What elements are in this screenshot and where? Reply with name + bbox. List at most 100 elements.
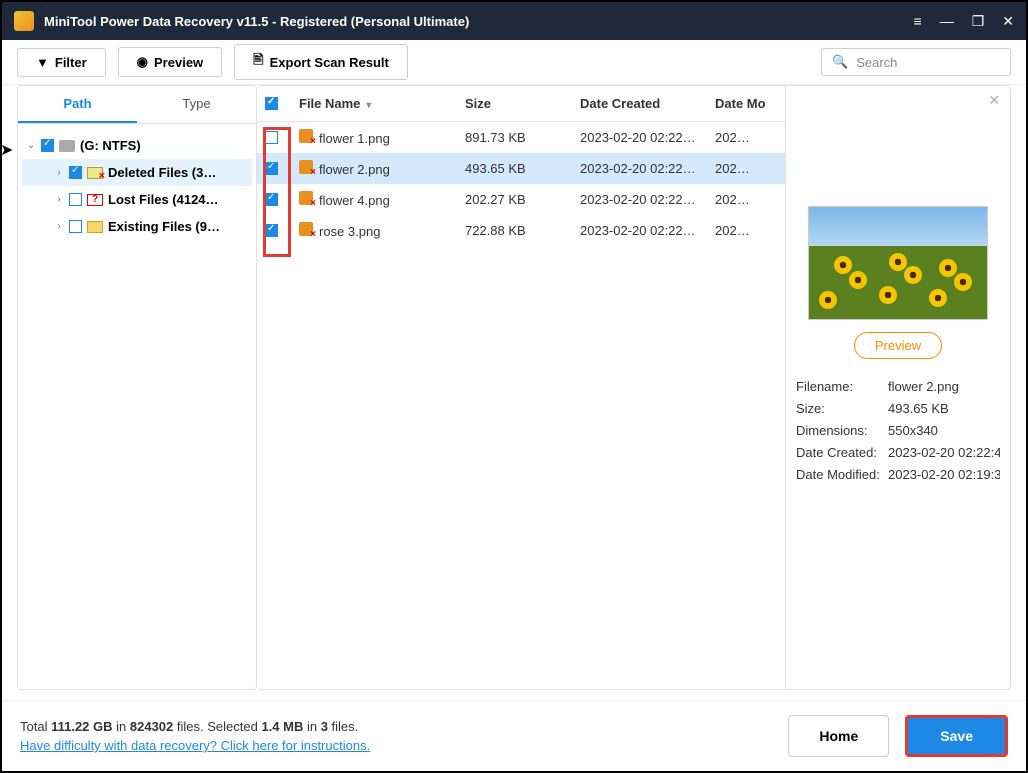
detail-value: 2023-02-20 02:19:3 bbox=[888, 467, 1000, 482]
sidebar: Path Type ⌄ (G: NTFS) › Deleted Files (3… bbox=[17, 85, 257, 690]
detail-label: Date Modified: bbox=[796, 467, 888, 482]
file-size: 891.73 KB bbox=[465, 130, 580, 145]
file-created: 2023-02-20 02:22… bbox=[580, 223, 715, 238]
checkbox[interactable] bbox=[69, 166, 82, 179]
tab-path[interactable]: Path bbox=[18, 86, 137, 123]
file-row[interactable]: flower 4.png 202.27 KB2023-02-20 02:22…20… bbox=[257, 184, 785, 215]
file-size: 722.88 KB bbox=[465, 223, 580, 238]
minimize-icon[interactable]: — bbox=[940, 13, 954, 30]
file-list: File Name▼ Size Date Created Date Mo flo… bbox=[257, 86, 785, 689]
search-input[interactable]: 🔍Search bbox=[821, 48, 1011, 76]
file-created: 2023-02-20 02:22… bbox=[580, 192, 715, 207]
save-button[interactable]: Save bbox=[905, 715, 1008, 757]
detail-row: Filename:flower 2.png bbox=[796, 379, 1000, 394]
home-button[interactable]: Home bbox=[788, 715, 889, 757]
detail-value: flower 2.png bbox=[888, 379, 1000, 394]
image-file-icon bbox=[299, 222, 313, 236]
chevron-right-icon[interactable]: › bbox=[54, 167, 64, 178]
image-file-icon bbox=[299, 191, 313, 205]
toolbar: ▼Filter ◉Preview 🖹Export Scan Result 🔍Se… bbox=[2, 40, 1026, 85]
tree-lost-files[interactable]: › ? Lost Files (4124… bbox=[22, 186, 252, 213]
tab-type[interactable]: Type bbox=[137, 86, 256, 123]
drive-icon bbox=[59, 140, 75, 152]
detail-panel: ✕ Preview Filename:flower 2.pngSize:493.… bbox=[785, 86, 1010, 689]
file-checkbox[interactable] bbox=[265, 224, 278, 237]
checkbox[interactable] bbox=[41, 139, 54, 152]
help-link[interactable]: Have difficulty with data recovery? Clic… bbox=[20, 738, 370, 753]
preview-file-button[interactable]: Preview bbox=[854, 332, 942, 359]
file-name: flower 2.png bbox=[319, 162, 390, 177]
file-modified: 202… bbox=[715, 223, 775, 238]
file-modified: 202… bbox=[715, 130, 775, 145]
file-checkbox[interactable] bbox=[265, 131, 278, 144]
file-row[interactable]: flower 1.png 891.73 KB2023-02-20 02:22…20… bbox=[257, 122, 785, 153]
menu-icon[interactable]: ≡ bbox=[914, 13, 922, 30]
tree: ⌄ (G: NTFS) › Deleted Files (3… › ? Lost… bbox=[18, 124, 256, 248]
col-modified[interactable]: Date Mo bbox=[715, 96, 775, 111]
chevron-right-icon[interactable]: › bbox=[54, 194, 64, 205]
file-modified: 202… bbox=[715, 161, 775, 176]
detail-value: 2023-02-20 02:22:4 bbox=[888, 445, 1000, 460]
file-checkbox[interactable] bbox=[265, 193, 278, 206]
detail-value: 550x340 bbox=[888, 423, 1000, 438]
detail-label: Size: bbox=[796, 401, 888, 416]
checkbox[interactable] bbox=[69, 220, 82, 233]
tree-deleted-files[interactable]: › Deleted Files (3… bbox=[22, 159, 252, 186]
col-size[interactable]: Size bbox=[465, 96, 580, 111]
search-icon: 🔍 bbox=[832, 54, 848, 70]
export-icon: 🖹 bbox=[253, 51, 263, 73]
chevron-right-icon[interactable]: › bbox=[54, 221, 64, 232]
checkbox[interactable] bbox=[69, 193, 82, 206]
export-button[interactable]: 🖹Export Scan Result bbox=[234, 44, 408, 80]
close-icon[interactable]: ✕ bbox=[1002, 13, 1014, 30]
detail-row: Date Modified:2023-02-20 02:19:3 bbox=[796, 467, 1000, 482]
detail-label: Filename: bbox=[796, 379, 888, 394]
file-name: flower 4.png bbox=[319, 193, 390, 208]
drive-label: (G: NTFS) bbox=[80, 138, 141, 153]
select-all-checkbox[interactable] bbox=[265, 97, 278, 110]
file-row[interactable]: flower 2.png 493.65 KB2023-02-20 02:22…20… bbox=[257, 153, 785, 184]
footer: Total 111.22 GB in 824302 files. Selecte… bbox=[2, 700, 1026, 771]
window-title: MiniTool Power Data Recovery v11.5 - Reg… bbox=[44, 14, 914, 29]
eye-icon: ◉ bbox=[137, 54, 148, 70]
preview-thumbnail[interactable] bbox=[808, 206, 988, 320]
detail-value: 493.65 KB bbox=[888, 401, 1000, 416]
file-name: flower 1.png bbox=[319, 131, 390, 146]
tree-existing-files[interactable]: › Existing Files (9… bbox=[22, 213, 252, 240]
chevron-down-icon[interactable]: ⌄ bbox=[26, 140, 36, 151]
footer-stats: Total 111.22 GB in 824302 files. Selecte… bbox=[20, 717, 370, 738]
col-filename[interactable]: File Name▼ bbox=[295, 96, 465, 111]
detail-row: Dimensions:550x340 bbox=[796, 423, 1000, 438]
image-file-icon bbox=[299, 129, 313, 143]
file-checkbox[interactable] bbox=[265, 162, 278, 175]
app-icon bbox=[14, 11, 34, 31]
close-panel-icon[interactable]: ✕ bbox=[988, 92, 1000, 109]
tree-label: Existing Files (9… bbox=[108, 219, 220, 234]
file-created: 2023-02-20 02:22… bbox=[580, 161, 715, 176]
lost-folder-icon: ? bbox=[87, 194, 103, 206]
sort-desc-icon: ▼ bbox=[364, 100, 373, 110]
image-file-icon bbox=[299, 160, 313, 174]
tree-label: Lost Files (4124… bbox=[108, 192, 219, 207]
titlebar: MiniTool Power Data Recovery v11.5 - Reg… bbox=[2, 2, 1026, 40]
detail-label: Dimensions: bbox=[796, 423, 888, 438]
col-created[interactable]: Date Created bbox=[580, 96, 715, 111]
file-list-header: File Name▼ Size Date Created Date Mo bbox=[257, 86, 785, 122]
detail-label: Date Created: bbox=[796, 445, 888, 460]
filter-icon: ▼ bbox=[36, 55, 49, 70]
tree-drive[interactable]: ⌄ (G: NTFS) bbox=[22, 132, 252, 159]
file-row[interactable]: rose 3.png 722.88 KB2023-02-20 02:22…202… bbox=[257, 215, 785, 246]
deleted-folder-icon bbox=[87, 167, 103, 179]
filter-button[interactable]: ▼Filter bbox=[17, 48, 106, 77]
file-size: 202.27 KB bbox=[465, 192, 580, 207]
file-modified: 202… bbox=[715, 192, 775, 207]
file-name: rose 3.png bbox=[319, 224, 380, 239]
tree-label: Deleted Files (3… bbox=[108, 165, 216, 180]
folder-icon bbox=[87, 221, 103, 233]
preview-button[interactable]: ◉Preview bbox=[118, 47, 223, 77]
file-created: 2023-02-20 02:22… bbox=[580, 130, 715, 145]
detail-row: Size:493.65 KB bbox=[796, 401, 1000, 416]
maximize-icon[interactable]: ❐ bbox=[972, 13, 985, 30]
file-size: 493.65 KB bbox=[465, 161, 580, 176]
detail-row: Date Created:2023-02-20 02:22:4 bbox=[796, 445, 1000, 460]
